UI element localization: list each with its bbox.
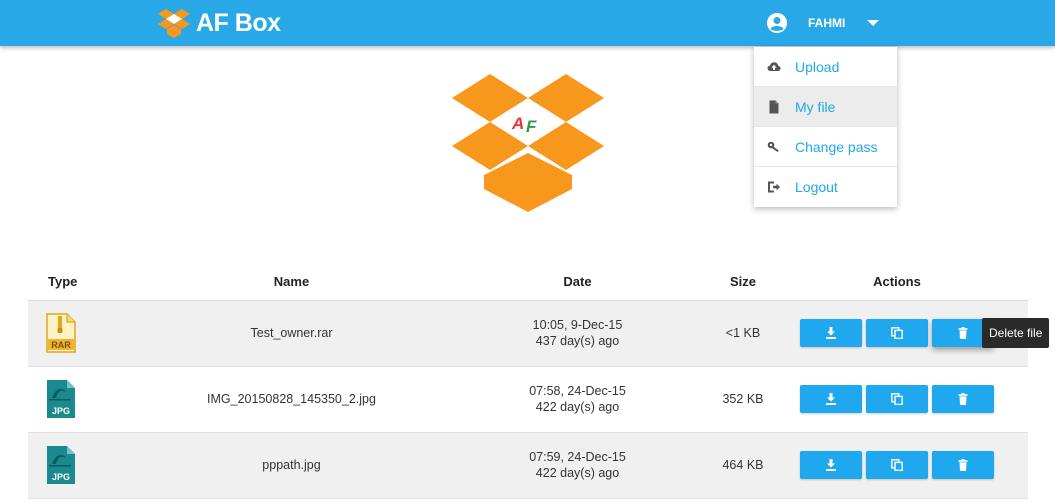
file-date: 07:58, 24-Dec-15 xyxy=(529,384,626,398)
table-row: RAR Test_owner.rar 10:05, 9-Dec-15 437 d… xyxy=(28,300,1028,367)
copy-link-button[interactable] xyxy=(866,385,928,413)
brand-link[interactable]: AF Box xyxy=(158,7,281,39)
delete-button[interactable] xyxy=(932,385,994,413)
af-box-logo-icon xyxy=(158,9,190,38)
logout-icon xyxy=(768,181,780,193)
menu-item-my-file[interactable]: My file xyxy=(754,87,897,127)
copy-icon xyxy=(891,393,903,405)
file-name-cell: IMG_20150828_145350_2.jpg xyxy=(148,366,435,433)
menu-item-logout[interactable]: Logout xyxy=(754,167,897,207)
file-age: 422 day(s) ago xyxy=(535,400,620,414)
jpg-file-icon: JPG xyxy=(47,446,75,484)
file-name-cell: pppath.jpg xyxy=(148,432,435,499)
download-icon xyxy=(826,459,836,471)
file-age: 422 day(s) ago xyxy=(535,466,620,480)
user-dropdown-menu: Upload My file Change pass Logout xyxy=(754,47,897,207)
table-row: JPG pppath.jpg 07:59, 24-Dec-15 422 day(… xyxy=(28,432,1028,499)
table-header-row: Type Name Date Size Actions xyxy=(28,264,1028,301)
column-header-size: Size xyxy=(720,264,766,301)
svg-text:A: A xyxy=(511,114,524,133)
file-size-cell: <1 KB xyxy=(720,300,766,367)
file-date-cell: 07:59, 24-Dec-15 422 day(s) ago xyxy=(435,432,720,499)
copy-icon xyxy=(891,327,903,339)
file-size-cell: 352 KB xyxy=(720,366,766,433)
menu-item-label: My file xyxy=(795,98,836,115)
files-table: Type Name Date Size Actions RAR Test_own… xyxy=(28,264,1028,499)
copy-link-button[interactable] xyxy=(866,451,928,479)
table-row: JPG IMG_20150828_145350_2.jpg 07:58, 24-… xyxy=(28,366,1028,433)
jpg-file-icon: JPG xyxy=(47,380,75,418)
filetype-label: RAR xyxy=(51,340,71,350)
download-button[interactable] xyxy=(800,319,862,347)
column-header-date: Date xyxy=(435,264,720,301)
copy-icon xyxy=(891,459,903,471)
menu-item-change-pass[interactable]: Change pass xyxy=(754,127,897,167)
column-header-name: Name xyxy=(148,264,435,301)
file-actions-cell xyxy=(766,432,1028,499)
column-header-actions: Actions xyxy=(766,264,1028,301)
username-label: FAHMI xyxy=(808,16,846,30)
rar-file-icon: RAR xyxy=(46,313,76,353)
file-type-cell: JPG xyxy=(28,432,148,499)
file-type-cell: RAR xyxy=(28,300,148,367)
chevron-down-icon xyxy=(867,20,880,26)
file-date-cell: 07:58, 24-Dec-15 422 day(s) ago xyxy=(435,366,720,433)
user-avatar-icon xyxy=(767,13,787,33)
file-date: 10:05, 9-Dec-15 xyxy=(532,318,623,332)
delete-file-tooltip: Delete file xyxy=(982,318,1050,348)
download-button[interactable] xyxy=(800,385,862,413)
file-size-cell: 464 KB xyxy=(720,432,766,499)
menu-item-label: Logout xyxy=(795,179,838,195)
filetype-label: JPG xyxy=(52,472,70,482)
file-actions-cell xyxy=(766,366,1028,433)
svg-text:F: F xyxy=(526,117,537,136)
download-icon xyxy=(826,393,836,405)
trash-icon xyxy=(958,459,968,471)
file-date-cell: 10:05, 9-Dec-15 437 day(s) ago xyxy=(435,300,720,367)
top-navbar: AF Box FAHMI xyxy=(0,0,1055,46)
brand-name: AF Box xyxy=(196,8,281,37)
file-name-cell: Test_owner.rar xyxy=(148,300,435,367)
trash-icon xyxy=(958,327,968,339)
delete-button[interactable] xyxy=(932,451,994,479)
menu-item-label: Change pass xyxy=(795,138,878,155)
trash-icon xyxy=(958,393,968,405)
file-age: 437 day(s) ago xyxy=(535,334,620,348)
af-box-main-logo: A F xyxy=(452,74,604,212)
download-icon xyxy=(826,327,836,339)
file-icon xyxy=(769,100,779,113)
download-button[interactable] xyxy=(800,451,862,479)
file-type-cell: JPG xyxy=(28,366,148,433)
filetype-label: JPG xyxy=(52,406,70,416)
key-icon xyxy=(767,141,779,152)
menu-item-label: Upload xyxy=(795,58,840,75)
column-header-type: Type xyxy=(28,264,148,301)
cloud-upload-icon xyxy=(767,61,781,71)
file-date: 07:59, 24-Dec-15 xyxy=(529,450,626,464)
copy-link-button[interactable] xyxy=(866,319,928,347)
menu-item-upload[interactable]: Upload xyxy=(754,47,897,87)
user-menu-toggle[interactable]: FAHMI xyxy=(766,11,880,35)
